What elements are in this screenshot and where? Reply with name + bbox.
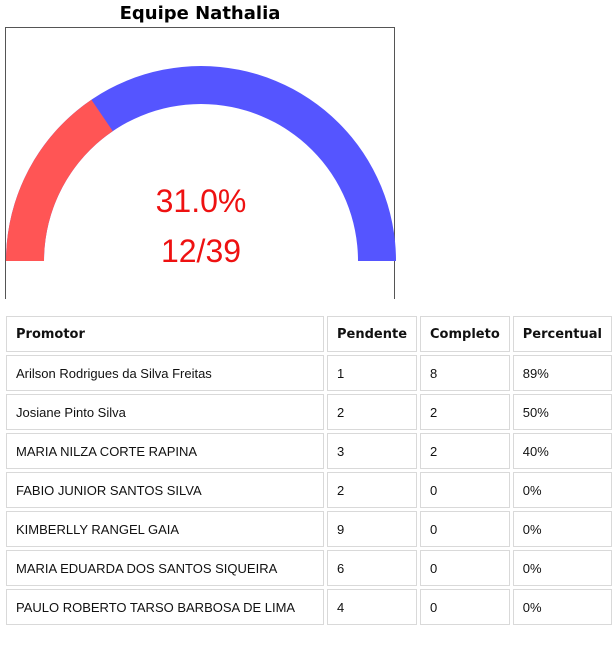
promotor-table-container: Promotor Pendente Completo Percentual Ar… [3,313,615,628]
cell-percentual: 40% [512,433,612,469]
cell-percentual: 0% [512,472,612,508]
cell-completo: 0 [420,589,510,625]
cell-completo: 2 [420,433,510,469]
header-promotor: Promotor [6,316,324,352]
cell-pendente: 6 [327,550,418,586]
cell-promotor: PAULO ROBERTO TARSO BARBOSA DE LIMA [6,589,324,625]
cell-completo: 0 [420,472,510,508]
cell-pendente: 3 [327,433,418,469]
gauge-panel: 31.0% 12/39 [5,27,396,299]
cell-percentual: 0% [512,589,612,625]
table-row: PAULO ROBERTO TARSO BARBOSA DE LIMA 4 0 … [6,589,612,625]
gauge-count-label: 12/39 [160,233,242,269]
cell-promotor: FABIO JUNIOR SANTOS SILVA [6,472,324,508]
cell-promotor: MARIA EDUARDA DOS SANTOS SIQUEIRA [6,550,324,586]
table-row: MARIA EDUARDA DOS SANTOS SIQUEIRA 6 0 0% [6,550,612,586]
cell-promotor: MARIA NILZA CORTE RAPINA [6,433,324,469]
table-row: KIMBERLLY RANGEL GAIA 9 0 0% [6,511,612,547]
gauge-percent-label: 31.0% [155,183,247,219]
cell-promotor: Arilson Rodrigues da Silva Freitas [6,355,324,391]
promotor-table: Promotor Pendente Completo Percentual Ar… [3,313,615,628]
cell-completo: 2 [420,394,510,430]
cell-percentual: 89% [512,355,612,391]
header-pendente: Pendente [327,316,418,352]
cell-pendente: 2 [327,472,418,508]
table-row: FABIO JUNIOR SANTOS SILVA 2 0 0% [6,472,612,508]
table-row: Arilson Rodrigues da Silva Freitas 1 8 8… [6,355,612,391]
table-header-row: Promotor Pendente Completo Percentual [6,316,612,352]
cell-completo: 0 [420,550,510,586]
cell-completo: 0 [420,511,510,547]
table-row: MARIA NILZA CORTE RAPINA 3 2 40% [6,433,612,469]
cell-pendente: 9 [327,511,418,547]
cell-promotor: KIMBERLLY RANGEL GAIA [6,511,324,547]
cell-pendente: 2 [327,394,418,430]
cell-percentual: 0% [512,511,612,547]
cell-completo: 8 [420,355,510,391]
cell-pendente: 4 [327,589,418,625]
page-title: Equipe Nathalia [119,3,281,24]
header-completo: Completo [420,316,510,352]
cell-percentual: 50% [512,394,612,430]
table-row: Josiane Pinto Silva 2 2 50% [6,394,612,430]
header-percentual: Percentual [512,316,612,352]
cell-promotor: Josiane Pinto Silva [6,394,324,430]
cell-pendente: 1 [327,355,418,391]
cell-percentual: 0% [512,550,612,586]
